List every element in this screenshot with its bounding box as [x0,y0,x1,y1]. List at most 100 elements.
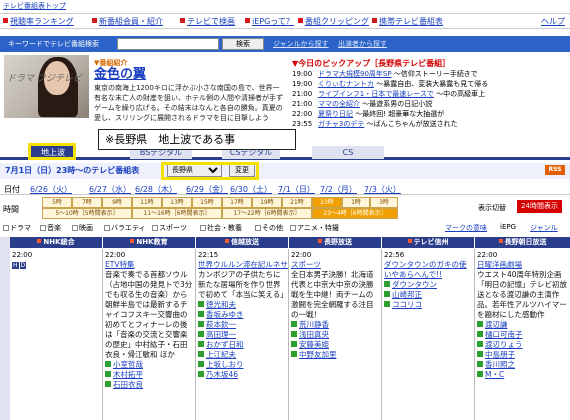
promo-image[interactable]: ドラマ フジテレビ [4,55,89,118]
genre-legend-link[interactable]: ジャンル [530,223,558,233]
day-link[interactable]: 7/2（月） [320,184,357,195]
day-link[interactable]: 6/28（木） [135,184,177,195]
channel-header[interactable]: 長野放送 [289,237,381,248]
range-cell[interactable]: 11～16時［6時間表示］ [132,208,222,219]
hour-cell[interactable]: 11時 [132,197,162,208]
pickup-link[interactable]: ママの全紹介 [318,100,360,108]
performer-link[interactable]: 石田衣良 [105,380,193,390]
performer-link[interactable]: 渡辺りょう [477,340,568,350]
program-title-link[interactable]: 日曜洋画劇場 [477,260,568,270]
performer-link[interactable]: 中野友加里 [291,350,379,360]
search-button[interactable]: 検索 [222,38,264,50]
nav-clipping[interactable]: 番組クリッピング [298,16,369,27]
pickup-link[interactable]: くりぃむナントカ [318,80,374,88]
range-cell[interactable]: 5～10時［5時間表示］ [42,208,132,219]
display-24h-button[interactable]: 24時間表示 [517,200,562,213]
rss-icon[interactable]: RSS [545,165,565,175]
program-time: 22:00 [12,251,100,260]
day-link[interactable]: 7/3（火） [364,184,401,195]
channel-header[interactable]: 信越放送 [196,237,288,248]
performer-link[interactable]: おかず日和 [198,340,286,350]
hour-cell-selected[interactable]: 23時 [312,197,342,208]
person-icon [198,351,204,357]
search-input[interactable] [117,38,219,50]
genre-other[interactable]: その他 [255,223,283,233]
mark-meaning-link[interactable]: マークの意味 [445,223,487,233]
performer-link[interactable]: 木村拓平 [105,370,193,380]
performer-link[interactable]: 樋口可南子 [477,330,568,340]
hour-cell[interactable]: 17時 [222,197,252,208]
day-link[interactable]: 6/30（土） [230,184,272,195]
day-link[interactable]: 6/29（金） [186,184,228,195]
genre-society[interactable]: 社会・教養 [200,223,242,233]
channel-icon [225,239,229,243]
genre-sports[interactable]: スポーツ [152,223,187,233]
genre-drama[interactable]: ドラマ [3,223,31,233]
nav-video[interactable]: テレビで検画 [180,16,235,27]
hour-cell[interactable]: 3時 [370,197,398,208]
pickup-link[interactable]: ガチャ3のデテ [318,120,364,128]
pickup-link[interactable]: 夏祭り日記 [318,110,353,118]
performer-link[interactable]: 徳光和夫 [198,300,286,310]
performer-link[interactable]: 浅田真央 [291,330,379,340]
program-title-link[interactable]: 世界ウルルン滞在記ルネサンス [198,260,286,270]
person-icon [477,361,483,367]
hour-cell[interactable]: 5時 [42,197,72,208]
performer-link[interactable]: ダウンタウン [384,280,472,290]
performer-link[interactable]: 安藤美姫 [291,340,379,350]
channel-header[interactable]: NHK総合 [10,237,102,248]
page-title-link[interactable]: テレビ番組表トップ [3,1,66,11]
performer-link[interactable]: 中島朋子 [477,350,568,360]
person-icon [198,341,204,347]
program-title-link[interactable]: ダウンタウンのガキの使いやあらへんで!! [384,260,472,280]
performer-link[interactable]: 香坂みゆき [198,310,286,320]
tab-cs[interactable]: CS [312,146,384,159]
performer-link[interactable]: 渡辺謙 [477,320,568,330]
performer-link[interactable]: M・C [477,370,568,380]
pickup-link[interactable]: ドラマ大規模90周年SP [318,70,392,78]
genre-music[interactable]: 音楽 [40,223,61,233]
program-title-link[interactable]: ETV特集 [105,260,193,270]
performer-link[interactable]: 乃木坂46 [198,370,286,380]
hour-cell[interactable]: 7時 [72,197,102,208]
channel-header[interactable]: NHK教育 [103,237,195,248]
performer-link[interactable]: 荒川静香 [291,320,379,330]
performer-link[interactable]: 高田理一 [198,330,286,340]
iepg-icon[interactable]: iEPG [500,223,516,231]
performer-link[interactable]: ココリコ [384,300,472,310]
nav-iepg[interactable]: iEPGって？ [245,16,294,27]
range-cell-selected[interactable]: 23～4時［6時間表示］ [312,208,398,219]
pickup-link[interactable]: ライブインフ1・日本で最速レースで [318,90,434,98]
nav-mobile[interactable]: 携帯テレビ番組表 [372,16,443,27]
hour-cell[interactable]: 13時 [162,197,192,208]
performer-link[interactable]: 香川照之 [477,360,568,370]
nav-ranking[interactable]: 視聴率ランキング [3,16,74,27]
day-link[interactable]: 6/27（水） [89,184,131,195]
help-link[interactable]: ヘルプ [541,16,565,27]
performer-link[interactable]: 上坂しおり [198,360,286,370]
performer-link[interactable]: 小室哲哉 [105,360,193,370]
genre-row: ドラマ 音楽 映画 バラエティ スポーツ 社会・教養 その他 アニメ・特撮 マー… [0,223,570,234]
program-title-link[interactable]: スポーツ [291,260,379,270]
range-cell[interactable]: 17～22時［6時間表示］ [222,208,312,219]
hour-cell[interactable]: 1時 [342,197,370,208]
genre-search-link[interactable]: ジャンルから探す [273,39,329,49]
promo-title[interactable]: 金色の翼 [94,68,286,82]
day-link[interactable]: 7/1（日） [278,184,315,195]
top-bar: テレビ番組表トップ [0,0,570,12]
channel-header[interactable]: テレビ信州 [382,237,474,248]
day-link[interactable]: 6/26（火） [30,184,72,195]
genre-movie[interactable]: 映画 [72,223,93,233]
hour-cell[interactable]: 19時 [252,197,282,208]
genre-anime[interactable]: アニメ・特撮 [290,223,339,233]
performer-link[interactable]: 萩本欽一 [198,320,286,330]
hour-cell[interactable]: 21時 [282,197,312,208]
hour-cell[interactable]: 9時 [102,197,132,208]
genre-variety[interactable]: バラエティ [104,223,146,233]
performer-search-link[interactable]: 出演者から探す [338,39,387,49]
performer-link[interactable]: 山崎邦正 [384,290,472,300]
performer-link[interactable]: 上江紀夫 [198,350,286,360]
nav-new[interactable]: 新番組会員・紹介 [92,16,163,27]
hour-cell[interactable]: 15時 [192,197,222,208]
channel-header[interactable]: 長野朝日放送 [475,237,570,248]
